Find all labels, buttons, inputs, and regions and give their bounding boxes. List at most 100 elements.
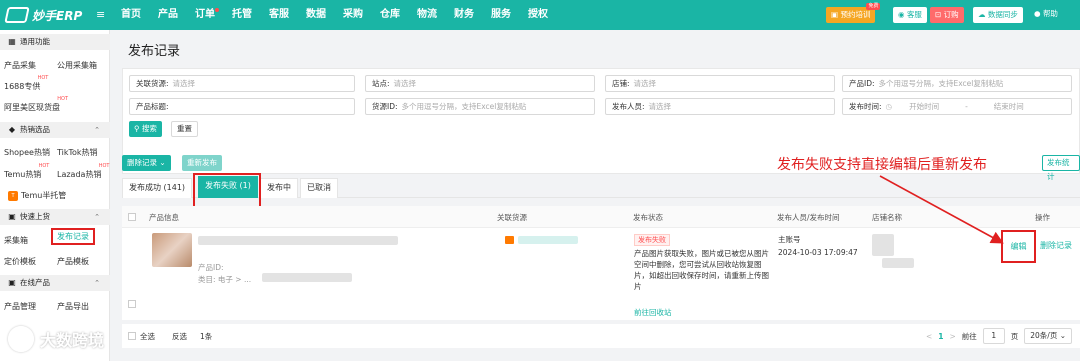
republish-button[interactable]: 重新发布 — [182, 155, 222, 171]
sidebar-section-hot[interactable]: ◆ 热销选品 ⌃ — [0, 122, 110, 138]
customer-service-label: 客服 — [906, 10, 922, 19]
sidebar-item-product-collect[interactable]: 产品采集 — [4, 60, 36, 71]
row-checkbox[interactable] — [128, 300, 136, 308]
product-id-input[interactable]: 产品ID: 多个用逗号分隔，支持Excel复制粘贴 — [842, 75, 1072, 92]
sidebar-item-pricing-template[interactable]: 定价模板 — [4, 256, 36, 267]
sidebar-section-quick-listing[interactable]: ▣ 快速上货 ⌃ — [0, 209, 110, 225]
filter-label: 产品ID: — [849, 79, 875, 88]
nav-purchase[interactable]: 采购 — [343, 0, 363, 30]
logo-icon — [4, 7, 30, 23]
col-product-info: 产品信息 — [149, 213, 179, 222]
sidebar-section-common[interactable]: ▦ 通用功能 — [0, 34, 110, 50]
publish-time: 2024-10-03 17:09:47 — [778, 248, 858, 257]
sidebar-section-label: 快速上货 — [20, 212, 50, 221]
footer-select-all-checkbox[interactable] — [128, 332, 136, 340]
sidebar-item-product-manage[interactable]: 产品管理 — [4, 301, 36, 312]
source-link-blurred[interactable] — [518, 236, 578, 244]
filter-label: 站点: — [372, 79, 390, 88]
select-all-label[interactable]: 全选 — [140, 331, 155, 342]
hot-badge: HOT — [38, 163, 50, 169]
category-blurred — [262, 273, 352, 282]
sidebar-item-label: Temu半托管 — [21, 191, 67, 200]
page-title: 发布记录 — [128, 44, 181, 59]
sidebar-item-collect-box[interactable]: 采集箱 — [4, 235, 28, 246]
book-training-button[interactable]: ▣ 预约培训 免费 — [826, 3, 881, 23]
nav-authorize[interactable]: 授权 — [528, 0, 548, 30]
nav-logistics[interactable]: 物流 — [417, 0, 437, 30]
category-label: 类目: 电子 > ... — [198, 275, 252, 284]
lock-icon: ▣ — [8, 212, 16, 221]
help-button[interactable]: ● 帮助 — [1034, 7, 1058, 23]
table-header: 产品信息 关联货源 发布状态 发布人员/发布时间 店铺名称 操作 — [122, 206, 1080, 228]
page-size-select[interactable]: 20条/页 ⌄ — [1024, 328, 1072, 344]
publisher-name: 主账号 — [778, 235, 801, 244]
data-sync-button[interactable]: ☁ 数据同步 — [973, 7, 1023, 23]
reset-button[interactable]: 重置 — [171, 121, 198, 137]
page-1[interactable]: 1 — [938, 332, 943, 341]
nav-orders[interactable]: 订单 — [195, 0, 219, 30]
invert-select-button[interactable]: 反选 — [172, 331, 187, 342]
nav-home[interactable]: 首页 — [121, 0, 141, 30]
nav-service[interactable]: 客服 — [269, 0, 289, 30]
product-title-input[interactable]: 产品标题: — [129, 98, 355, 115]
nav-hosting[interactable]: 托管 — [232, 0, 252, 30]
help-icon: ● — [1034, 9, 1043, 18]
tab-cancelled[interactable]: 已取消 — [300, 178, 338, 198]
book-training-label: 预约培训 — [840, 10, 871, 19]
sidebar-item-shopee-hot[interactable]: Shopee热销 — [4, 147, 50, 158]
brand-logo[interactable]: 妙手ERP — [4, 6, 82, 24]
nav-products[interactable]: 产品 — [158, 0, 178, 30]
page-input[interactable]: 1 — [982, 328, 1005, 344]
nav-warehouse[interactable]: 仓库 — [380, 0, 400, 30]
publish-stats-button[interactable]: 发布统计 — [1042, 155, 1080, 181]
free-badge: 免费 — [866, 3, 881, 10]
menu-icon[interactable]: ≡ — [96, 8, 105, 21]
sidebar-item-temu-hot[interactable]: Temu热销 HOT — [4, 163, 49, 180]
select-all-checkbox[interactable] — [128, 213, 136, 221]
edit-button[interactable]: 编辑 — [1001, 230, 1036, 263]
sidebar-item-publish-records[interactable]: 发布记录 — [51, 228, 95, 245]
sidebar-section-label: 热销选品 — [20, 125, 50, 134]
sidebar-item-product-template[interactable]: 产品模板 — [57, 256, 89, 267]
site-select[interactable]: 站点: 请选择 — [365, 75, 595, 92]
temu-logo-icon: T — [8, 190, 18, 201]
sidebar-item-temu-hosted[interactable]: T Temu半托管 — [8, 190, 66, 201]
records-table: 产品信息 关联货源 发布状态 发布人员/发布时间 店铺名称 操作 产品ID: 类… — [122, 206, 1080, 320]
main-nav: 首页 产品 订单 托管 客服 数据 采购 仓库 物流 财务 服务 授权 — [121, 0, 565, 30]
nav-finance[interactable]: 财务 — [454, 0, 474, 30]
prev-page-button[interactable]: < — [926, 332, 932, 341]
nav-data[interactable]: 数据 — [306, 0, 326, 30]
tab-success[interactable]: 发布成功 (141) — [122, 178, 193, 198]
watermark-logo-icon — [8, 326, 34, 352]
delete-records-button[interactable]: 删除记录 ⌄ — [122, 155, 171, 171]
nav-services[interactable]: 服务 — [491, 0, 511, 30]
delete-record-link[interactable]: 删除记录 — [1040, 240, 1072, 251]
sidebar-item-product-export[interactable]: 产品导出 — [57, 301, 89, 312]
hot-badge: HOT — [57, 96, 68, 102]
recycle-bin-link[interactable]: 前往回收站 — [634, 307, 672, 318]
sidebar-item-public-collect[interactable]: 公用采集箱 — [57, 60, 97, 71]
next-page-button[interactable]: > — [949, 332, 955, 341]
source-id-input[interactable]: 货源ID: 多个用逗号分隔，支持Excel复制粘贴 — [365, 98, 595, 115]
subscribe-button[interactable]: ⊡ 订购 — [930, 7, 964, 23]
sidebar-item-lazada-hot[interactable]: Lazada热销 HOT — [57, 163, 109, 180]
shop-name-blurred — [882, 258, 914, 268]
sidebar-item-alibaba-goods[interactable]: 阿里美区现货盘 HOT — [4, 96, 68, 113]
sidebar-item-label: 阿里美区现货盘 — [4, 103, 60, 112]
nav-orders-label: 订单 — [195, 9, 215, 20]
search-button[interactable]: ⚲ 搜索 — [129, 121, 162, 137]
shop-select[interactable]: 店铺: 请选择 — [605, 75, 835, 92]
sidebar-item-tiktok-hot[interactable]: TikTok热销 — [57, 147, 98, 158]
sidebar-section-online-products[interactable]: ▣ 在线产品 ⌃ — [0, 275, 110, 291]
filter-placeholder: 请选择 — [633, 79, 657, 88]
tab-publishing[interactable]: 发布中 — [260, 178, 298, 198]
customer-service-button[interactable]: ◉ 客服 — [893, 7, 927, 23]
related-source-select[interactable]: 关联货源: 请选择 — [129, 75, 355, 92]
filter-label: 发布人员: — [612, 102, 645, 111]
grid-icon: ▦ — [8, 37, 16, 46]
sidebar-item-1688[interactable]: 1688专供 HOT — [4, 75, 48, 92]
publisher-select[interactable]: 发布人员: 请选择 — [605, 98, 835, 115]
record-count: 1条 — [200, 332, 213, 341]
publish-time-range[interactable]: 发布时间: ◷ 开始时间 - 结束时间 — [842, 98, 1072, 115]
cloud-icon: ☁ — [978, 10, 988, 19]
